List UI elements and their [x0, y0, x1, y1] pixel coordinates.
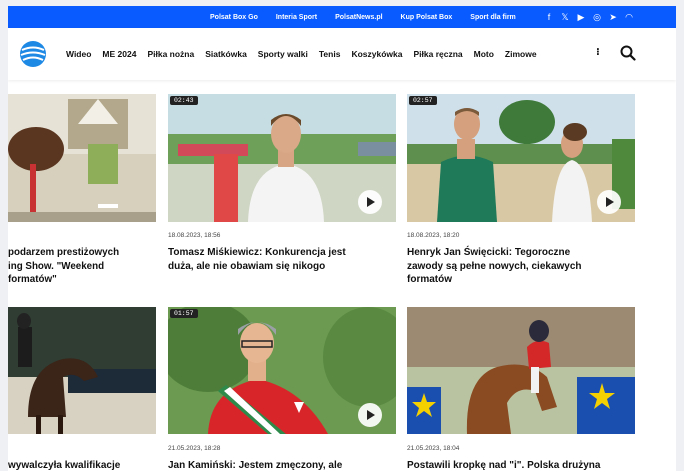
nav-item-tenis[interactable]: Tenis: [319, 49, 341, 59]
rss-icon[interactable]: ◠: [621, 12, 637, 23]
main-navigation: Wideo ME 2024 Piłka nożna Siatkówka Spor…: [8, 28, 676, 80]
video-duration-badge: 02:57: [409, 96, 437, 105]
article-title[interactable]: Henryk Jan Święcicki: Tegoroczne zawody …: [407, 246, 637, 287]
nav-item-sporty-walki[interactable]: Sporty walki: [258, 49, 308, 59]
article-thumbnail[interactable]: 01:57: [168, 307, 396, 434]
nav-item-wideo[interactable]: Wideo: [66, 49, 91, 59]
article-date: 18.08.2023, 18:20: [407, 232, 460, 239]
topbar-link-kup-polsat-box[interactable]: Kup Polsat Box: [401, 14, 453, 21]
article-thumbnail[interactable]: [407, 307, 635, 434]
article-thumbnail[interactable]: [8, 94, 156, 222]
article-thumbnail[interactable]: [8, 307, 156, 434]
rider-horse-stands-image: [407, 307, 635, 434]
play-icon[interactable]: [358, 190, 382, 214]
topbar-link-interia-sport[interactable]: Interia Sport: [276, 14, 317, 21]
nav-item-pilka-nozna[interactable]: Piłka nożna: [147, 49, 194, 59]
video-duration-badge: 01:57: [170, 309, 198, 318]
facebook-icon[interactable]: f: [541, 12, 557, 22]
video-duration-badge: 02:43: [170, 96, 198, 105]
nav-item-moto[interactable]: Moto: [474, 49, 494, 59]
dressage-horse-image: [8, 307, 156, 434]
article-thumbnail[interactable]: 02:43: [168, 94, 396, 222]
polsat-sport-logo-icon[interactable]: [18, 39, 48, 69]
x-icon[interactable]: 𝕏: [557, 12, 573, 23]
nav-item-pilka-reczna[interactable]: Piłka ręczna: [413, 49, 462, 59]
article-title[interactable]: podarzem prestiżowych ing Show. "Weekend…: [8, 246, 156, 287]
nav-item-koszykowka[interactable]: Koszykówka: [351, 49, 402, 59]
search-icon[interactable]: [620, 45, 636, 61]
article-title[interactable]: wywalczyła kwalifikacje: [8, 459, 156, 471]
article-title[interactable]: Tomasz Miśkiewicz: Konkurencja jest duża…: [168, 246, 396, 273]
instagram-icon[interactable]: ◎: [589, 12, 605, 23]
page: Polsat Box Go Interia Sport PolsatNews.p…: [8, 6, 676, 471]
top-service-bar: Polsat Box Go Interia Sport PolsatNews.p…: [8, 6, 676, 28]
topbar-link-sport-dla-firm[interactable]: Sport dla firm: [470, 14, 516, 21]
youtube-icon[interactable]: ▶: [573, 12, 589, 23]
article-date: 21.05.2023, 18:28: [168, 445, 221, 452]
topbar-link-polsatnews[interactable]: PolsatNews.pl: [335, 14, 382, 21]
horse-jumping-image: [8, 94, 156, 222]
more-menu-icon[interactable]: ⁝: [596, 47, 600, 58]
article-title[interactable]: Postawili kropkę nad "i". Polska drużyna: [407, 459, 637, 471]
play-icon[interactable]: [597, 190, 621, 214]
nav-item-siatkowka[interactable]: Siatkówka: [205, 49, 247, 59]
article-thumbnail[interactable]: 02:57: [407, 94, 635, 222]
nav-item-me-2024[interactable]: ME 2024: [102, 49, 136, 59]
article-date: 18.08.2023, 18:56: [168, 232, 221, 239]
topbar-link-polsat-box-go[interactable]: Polsat Box Go: [210, 14, 258, 21]
article-title[interactable]: Jan Kamiński: Jestem zmęczony, ale: [168, 459, 396, 471]
telegram-icon[interactable]: ➤: [605, 12, 621, 23]
nav-item-zimowe[interactable]: Zimowe: [505, 49, 537, 59]
article-date: 21.05.2023, 18:04: [407, 445, 460, 452]
play-icon[interactable]: [358, 403, 382, 427]
